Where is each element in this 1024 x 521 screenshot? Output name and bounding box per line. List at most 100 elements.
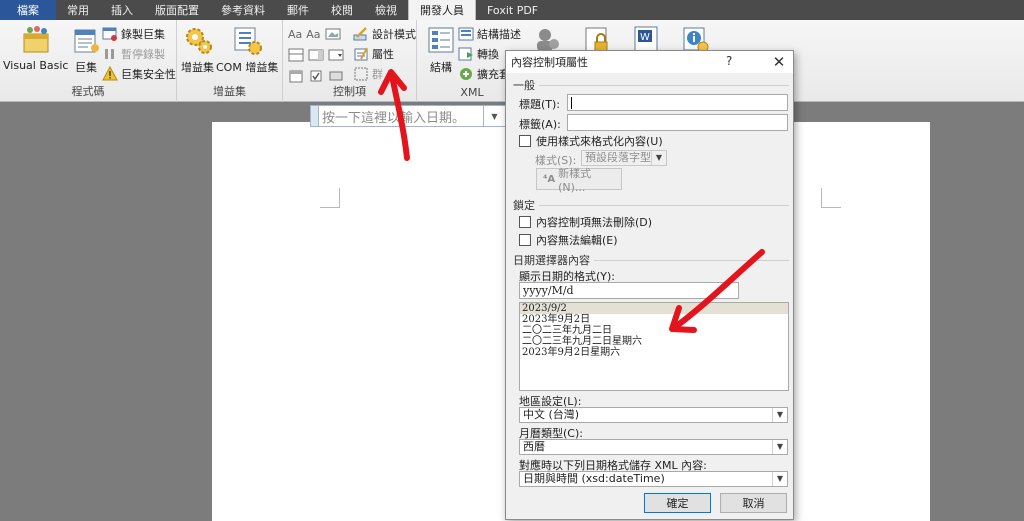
locale-select[interactable]: 中文 (台灣) ▼	[519, 407, 788, 423]
title-input[interactable]	[567, 94, 788, 111]
tab-insert[interactable]: 插入	[100, 0, 144, 20]
macros-icon	[74, 29, 99, 53]
ok-button[interactable]: 確定	[644, 493, 711, 513]
date-format-option[interactable]: 2023/9/2	[520, 303, 788, 314]
structure-icon	[428, 27, 454, 53]
design-mode-button[interactable]: 設計模式	[353, 25, 416, 43]
building-block-icon[interactable]	[288, 47, 304, 63]
tab-review[interactable]: 校閱	[320, 0, 364, 20]
section-general-label: 一般	[513, 79, 535, 92]
xml-format-chevron-down-icon: ▼	[772, 472, 787, 486]
macros-button[interactable]: 巨集	[70, 24, 102, 75]
use-style-checkbox[interactable]: 使用樣式來格式化內容(U)	[519, 133, 663, 149]
help-icon[interactable]: ?	[726, 54, 732, 68]
date-placeholder-text[interactable]: 按一下這裡以輸入日期。	[319, 107, 483, 126]
date-format-list[interactable]: 2023/9/2 2023年9月2日 二〇二三年九月二日 二〇二三年九月二日星期…	[519, 302, 789, 391]
content-control-handle[interactable]	[311, 106, 319, 126]
record-macro-label: 錄製巨集	[121, 28, 165, 41]
pause-recording-label: 暫停錄製	[121, 48, 165, 61]
rich-text-control-icon[interactable]: Aa	[288, 28, 302, 41]
cannot-edit-checkbox[interactable]: 內容無法編輯(E)	[519, 232, 618, 248]
transform-icon	[458, 47, 473, 61]
date-picker-control-icon[interactable]	[288, 68, 304, 84]
properties-label: 屬性	[372, 48, 394, 61]
title-label: 標題(T):	[519, 98, 561, 111]
pause-icon	[105, 49, 114, 59]
transform-button[interactable]: 轉換	[458, 45, 499, 63]
structure-label: 結構	[430, 61, 452, 74]
visual-basic-icon	[23, 26, 49, 53]
margin-corner-right	[821, 188, 841, 208]
style-select-value: 預設段落字型	[585, 151, 651, 164]
checkbox-control-icon[interactable]	[308, 68, 324, 84]
group-controls-label: 控制項	[333, 85, 366, 98]
tab-references[interactable]: 參考資料	[210, 0, 276, 20]
tab-layout[interactable]: 版面配置	[144, 0, 210, 20]
structure-button[interactable]: 結構	[425, 24, 457, 75]
warning-icon	[102, 66, 118, 81]
legacy-tools-icon[interactable]	[328, 68, 344, 84]
dialog-title: 內容控制項屬性	[511, 56, 588, 69]
cannot-edit-checkbox-box[interactable]	[519, 234, 531, 246]
section-date-picker: 日期選擇器內容	[513, 252, 789, 268]
record-macro-button[interactable]: 錄製巨集	[102, 25, 165, 43]
dropdown-control-icon[interactable]	[328, 47, 344, 63]
display-format-input[interactable]: yyyy/M/d	[519, 282, 739, 299]
date-format-option[interactable]: 二〇二三年九月二日星期六	[520, 336, 788, 347]
close-icon[interactable]: ✕	[765, 51, 793, 73]
visual-basic-label: Visual Basic	[3, 59, 69, 72]
com-addins-icon	[234, 27, 263, 55]
pause-recording-button[interactable]: 暫停錄製	[102, 45, 165, 63]
date-picker-content-control[interactable]: 按一下這裡以輸入日期。 ▼	[310, 105, 506, 127]
cancel-button[interactable]: 取消	[720, 493, 787, 513]
control-row-1: Aa Aa	[288, 25, 341, 43]
date-format-option[interactable]: 2023年9月2日星期六	[520, 347, 788, 358]
tab-view[interactable]: 檢視	[364, 0, 408, 20]
new-style-label: 新樣式(N)...	[558, 166, 592, 194]
group-control-button[interactable]: 群	[353, 65, 383, 83]
locale-chevron-down-icon: ▼	[772, 408, 787, 422]
record-macro-icon	[102, 27, 117, 41]
tab-file[interactable]: 檔案	[0, 0, 56, 20]
date-format-option[interactable]: 2023年9月2日	[520, 314, 788, 325]
xml-format-value: 日期與時間 (xsd:dateTime)	[523, 472, 665, 485]
new-style-button[interactable]: ⁴A 新樣式(N)...	[536, 167, 622, 194]
date-format-option[interactable]: 二〇二三年九月二日	[520, 325, 788, 336]
tab-mailings[interactable]: 郵件	[276, 0, 320, 20]
picture-control-icon[interactable]	[325, 26, 341, 42]
xml-format-select[interactable]: 日期與時間 (xsd:dateTime) ▼	[519, 471, 788, 487]
schema-button[interactable]: 結構描述	[458, 25, 521, 43]
new-style-icon: ⁴A	[543, 173, 556, 185]
dialog-titlebar[interactable]: 內容控制項屬性 ? ✕	[506, 51, 793, 73]
tab-foxit-pdf[interactable]: Foxit PDF	[476, 0, 549, 20]
expansion-pack-button[interactable]: 擴充套	[458, 65, 510, 83]
ribbon-tab-bar: 檔案 常用 插入 版面配置 參考資料 郵件 校閱 檢視 開發人員 Foxit P…	[0, 0, 1024, 20]
design-mode-icon	[353, 27, 367, 41]
use-style-label: 使用樣式來格式化內容(U)	[536, 135, 663, 148]
date-dropdown-arrow-icon[interactable]: ▼	[483, 106, 505, 126]
tab-developer[interactable]: 開發人員	[408, 0, 476, 20]
cannot-delete-checkbox-box[interactable]	[519, 216, 531, 228]
svg-text:W: W	[640, 32, 650, 43]
section-general: 一般	[513, 77, 789, 93]
schema-label: 結構描述	[477, 28, 521, 41]
properties-button[interactable]: 屬性	[353, 45, 394, 63]
macro-security-label: 巨集安全性	[121, 68, 176, 81]
combo-box-control-icon[interactable]	[308, 47, 324, 63]
control-row-2	[288, 46, 344, 64]
cannot-delete-checkbox[interactable]: 內容控制項無法刪除(D)	[519, 214, 652, 230]
macro-security-button[interactable]: 巨集安全性	[102, 65, 176, 83]
group-code-label: 程式碼	[71, 85, 105, 98]
group-addins-label: 增益集	[213, 85, 246, 98]
visual-basic-button[interactable]: Visual Basic	[3, 24, 68, 72]
tab-home[interactable]: 常用	[56, 0, 100, 20]
plain-text-control-icon[interactable]: Aa	[306, 28, 320, 41]
content-control-properties-dialog: 內容控制項屬性 ? ✕ 一般 標題(T): 標籤(A): 使用樣式來格式化內容(…	[505, 50, 794, 520]
addins-button[interactable]: 增益集	[181, 24, 214, 75]
group-code: Visual Basic 巨集 錄製巨集 暫停錄製 巨集安全性 程式碼	[0, 20, 177, 102]
calendar-type-select[interactable]: 西曆 ▼	[519, 439, 788, 455]
tag-input[interactable]	[567, 114, 788, 131]
section-locking-label: 鎖定	[513, 199, 535, 212]
com-addins-button[interactable]: COM 增益集	[216, 24, 278, 75]
use-style-checkbox-box[interactable]	[519, 135, 531, 147]
